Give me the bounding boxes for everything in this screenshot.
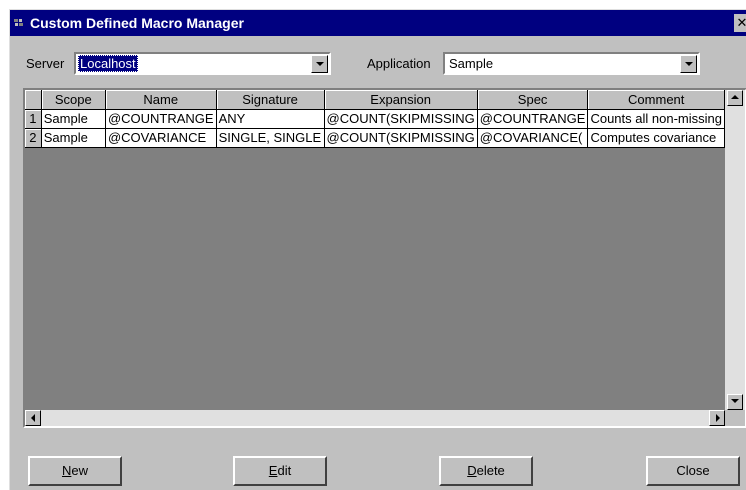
row-number[interactable]: 2 [25,128,42,148]
server-select[interactable]: Localhost [74,52,331,75]
scroll-up-button[interactable] [727,90,743,106]
application-label: Application [367,56,431,71]
corner-header[interactable] [25,90,42,110]
window-title: Custom Defined Macro Manager [30,15,244,31]
title-bar[interactable]: Custom Defined Macro Manager ✕ [10,10,746,36]
column-header-expansion[interactable]: Expansion [324,90,478,110]
app-icon [14,19,23,26]
column-header-name[interactable]: Name [105,90,217,110]
cell-signature[interactable]: SINGLE, SINGLE [216,128,325,148]
triangle-left-icon [31,414,35,422]
macro-grid[interactable]: Scope Name Signature Expansion Spec Comm… [23,88,746,428]
column-header-comment[interactable]: Comment [587,90,725,110]
cell-expansion[interactable]: @COUNT(SKIPMISSING [324,128,478,148]
close-icon[interactable]: ✕ [734,14,746,32]
server-dropdown-button[interactable] [311,55,328,73]
cell-spec[interactable]: @COVARIANCE( [477,128,589,148]
row-number[interactable]: 1 [25,109,42,129]
new-label: ew [71,463,88,478]
triangle-right-icon [716,414,720,422]
scroll-down-button[interactable] [727,394,743,410]
cell-expansion[interactable]: @COUNT(SKIPMISSING [324,109,478,129]
cell-comment[interactable]: Counts all non-missing [587,109,725,129]
scroll-left-button[interactable] [25,410,41,426]
grid-viewport: Scope Name Signature Expansion Spec Comm… [25,90,725,410]
server-value: Localhost [78,55,138,72]
cell-name[interactable]: @COVARIANCE [105,128,217,148]
cell-name[interactable]: @COUNTRANGE [105,109,217,129]
delete-label: elete [476,463,505,478]
scroll-right-button[interactable] [709,410,725,426]
column-header-spec[interactable]: Spec [477,90,589,110]
table-row[interactable]: 1 Sample @COUNTRANGE ANY @COUNT(SKIPMISS… [25,109,725,129]
new-mnemonic: N [61,463,72,478]
cell-scope[interactable]: Sample [41,128,106,148]
vertical-scrollbar[interactable] [725,90,745,410]
column-header-scope[interactable]: Scope [41,90,106,110]
macro-manager-window: Custom Defined Macro Manager ✕ Server Lo… [9,9,746,490]
column-header-signature[interactable]: Signature [216,90,325,110]
close-button[interactable]: Close [646,456,740,486]
cell-scope[interactable]: Sample [41,109,106,129]
cell-comment[interactable]: Computes covariance [587,128,725,148]
delete-button[interactable]: Delete [439,456,533,486]
horizontal-scrollbar[interactable] [25,410,725,426]
scrollbar-corner [725,410,745,426]
new-button[interactable]: New [28,456,122,486]
edit-label: dit [277,463,292,478]
cell-signature[interactable]: ANY [216,109,325,129]
application-select[interactable]: Sample [443,52,700,75]
table-row[interactable]: 2 Sample @COVARIANCE SINGLE, SINGLE @COU… [25,128,725,148]
server-label: Server [26,56,65,71]
application-dropdown-button[interactable] [680,55,697,73]
cell-spec[interactable]: @COUNTRANGE [477,109,589,129]
triangle-up-icon [731,95,739,99]
triangle-down-icon [731,399,739,403]
edit-button[interactable]: Edit [233,456,327,486]
application-value: Sample [449,56,494,71]
delete-mnemonic: D [467,463,477,478]
triangle-down-icon [685,62,693,66]
triangle-down-icon [316,62,324,66]
macro-table: Scope Name Signature Expansion Spec Comm… [25,90,725,148]
header-row: Scope Name Signature Expansion Spec Comm… [25,90,725,110]
